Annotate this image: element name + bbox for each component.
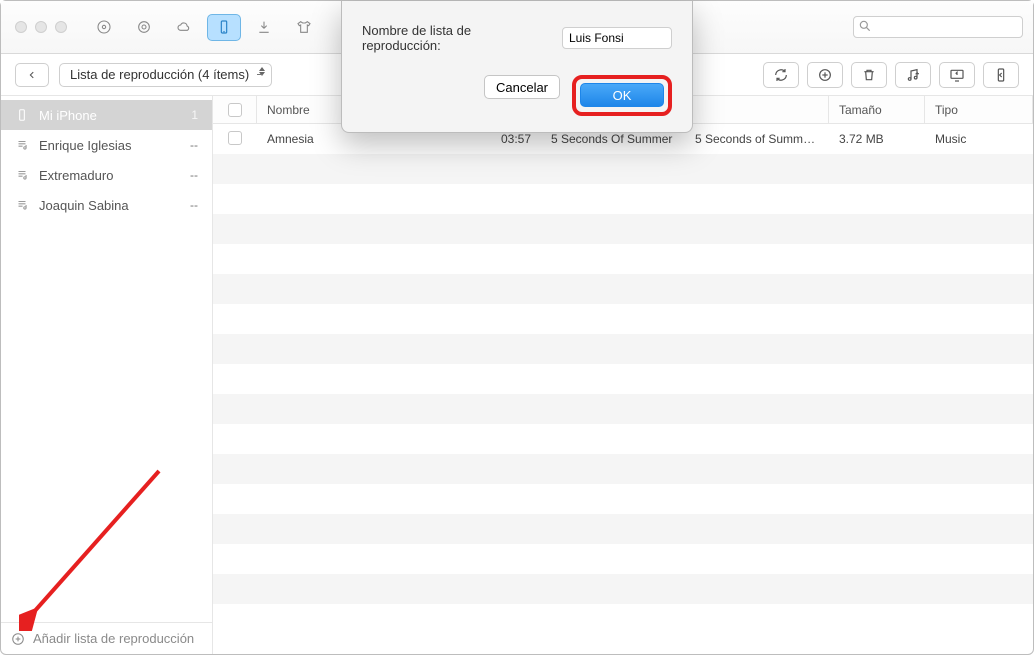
cell-duration: 03:57 [443, 132, 541, 146]
playlist-dropdown[interactable]: Lista de reproducción (4 ítems) [59, 63, 272, 87]
sidebar: Mi iPhone 1 Enrique Iglesias -- Extremaduro -… [1, 96, 213, 654]
table-row-empty [213, 604, 1033, 634]
plus-circle-icon [11, 632, 25, 646]
sidebar-item-count: 1 [191, 108, 198, 122]
content: Nombre Tamaño Tipo Amnesia03:575 Seconds… [213, 96, 1033, 654]
table-row-empty [213, 394, 1033, 424]
row-checkbox[interactable] [228, 131, 242, 145]
ok-highlight-annotation: OK [572, 75, 672, 116]
device-icon[interactable] [207, 14, 241, 41]
table-row-empty [213, 154, 1033, 184]
download-icon[interactable] [247, 14, 281, 41]
cell-size: 3.72 MB [829, 132, 925, 146]
table-row-empty [213, 304, 1033, 334]
cell-artist: 5 Seconds Of Summer [541, 132, 685, 146]
table-row-empty [213, 424, 1033, 454]
table-row-empty [213, 184, 1033, 214]
header-size[interactable]: Tamaño [829, 96, 925, 123]
table-row-empty [213, 334, 1033, 364]
search-icon [858, 19, 872, 33]
music-disc-icon[interactable] [87, 14, 121, 41]
add-playlist-label: Añadir lista de reproducción [33, 631, 194, 646]
search-input[interactable] [853, 16, 1023, 38]
table-row-empty [213, 274, 1033, 304]
sidebar-item-label: Joaquin Sabina [39, 198, 129, 213]
header-checkbox[interactable] [213, 96, 257, 123]
refresh-button[interactable] [763, 62, 799, 88]
to-itunes-button[interactable] [895, 62, 931, 88]
table-row-empty [213, 244, 1033, 274]
table-row-empty [213, 544, 1033, 574]
tshirt-icon[interactable] [287, 14, 321, 41]
sidebar-item[interactable]: Mi iPhone 1 [1, 100, 212, 130]
target-icon[interactable] [127, 14, 161, 41]
sidebar-item-label: Extremaduro [39, 168, 113, 183]
sidebar-item-label: Enrique Iglesias [39, 138, 132, 153]
cell-type: Music [925, 132, 1033, 146]
table-row-empty [213, 514, 1033, 544]
header-type[interactable]: Tipo [925, 96, 1033, 123]
delete-button[interactable] [851, 62, 887, 88]
table-row-empty [213, 454, 1033, 484]
search-field[interactable] [853, 16, 1023, 38]
playlist-dropdown-label: Lista de reproducción (4 ítems) [70, 67, 249, 82]
traffic-max[interactable] [55, 21, 67, 33]
table-row-empty [213, 574, 1033, 604]
sidebar-item-label: Mi iPhone [39, 108, 97, 123]
table-row-empty [213, 214, 1033, 244]
cloud-icon[interactable] [167, 14, 201, 41]
window-traffic-lights [15, 21, 67, 33]
sidebar-item-count: -- [190, 138, 198, 152]
playlist-name-dialog: Nombre de lista de reproducción: Cancela… [341, 1, 693, 133]
dialog-label: Nombre de lista de reproducción: [362, 23, 552, 53]
header-album[interactable] [685, 96, 829, 123]
sidebar-item-count: -- [190, 168, 198, 182]
main-area: Mi iPhone 1 Enrique Iglesias -- Extremaduro -… [1, 96, 1033, 654]
playlist-name-input[interactable] [562, 27, 672, 49]
ok-button[interactable]: OK [580, 83, 664, 107]
sidebar-item[interactable]: Extremaduro -- [1, 160, 212, 190]
cell-album: 5 Seconds of Summer (De... [685, 132, 829, 146]
sidebar-item-count: -- [190, 198, 198, 212]
traffic-close[interactable] [15, 21, 27, 33]
to-device-button[interactable] [983, 62, 1019, 88]
sidebar-item[interactable]: Enrique Iglesias -- [1, 130, 212, 160]
back-button[interactable] [15, 63, 49, 87]
cell-name: Amnesia [257, 132, 443, 146]
table-row-empty [213, 484, 1033, 514]
sidebar-item[interactable]: Joaquin Sabina -- [1, 190, 212, 220]
add-playlist-button[interactable]: Añadir lista de reproducción [1, 622, 212, 654]
to-pc-button[interactable] [939, 62, 975, 88]
add-button[interactable] [807, 62, 843, 88]
cancel-button[interactable]: Cancelar [484, 75, 560, 99]
traffic-min[interactable] [35, 21, 47, 33]
table-row-empty [213, 364, 1033, 394]
